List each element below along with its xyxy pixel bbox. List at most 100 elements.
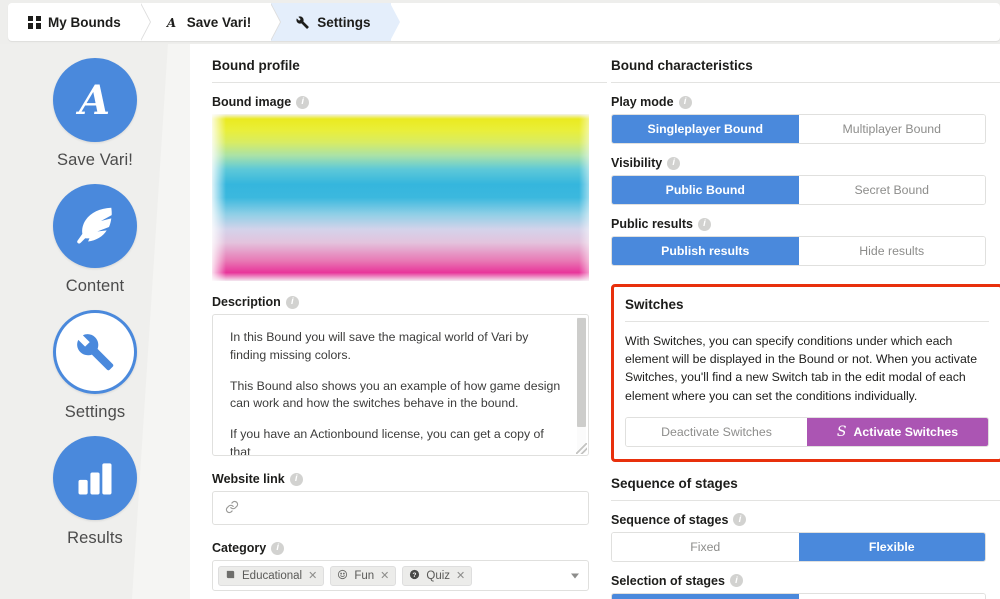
breadcrumb-arrow xyxy=(139,3,150,41)
visibility-option-secret[interactable]: Secret Bound xyxy=(798,176,985,204)
category-label-text: Category xyxy=(212,541,267,555)
wrench-icon xyxy=(295,15,310,30)
sequence-of-stages-label: Sequence of stages i xyxy=(611,513,1000,527)
question-circle-icon: ? xyxy=(409,569,420,583)
sequence-option-fixed[interactable]: Fixed xyxy=(612,532,799,561)
description-textarea[interactable]: In this Bound you will save the magical … xyxy=(212,314,589,456)
switches-toggle: Deactivate Switches S Activate Switches xyxy=(625,416,989,447)
description-paragraph: If you have an Actionbound license, you … xyxy=(230,427,544,456)
public-results-label-text: Public results xyxy=(611,217,693,231)
category-tag-quiz[interactable]: ? Quiz ✕ xyxy=(402,565,473,586)
actionbound-a-icon: A xyxy=(53,58,137,142)
info-icon[interactable]: i xyxy=(729,574,743,588)
bound-image-label-text: Bound image xyxy=(212,95,292,109)
category-tag-label: Fun xyxy=(354,569,375,582)
sidebar-item-label: Settings xyxy=(64,403,126,421)
breadcrumb-arrow xyxy=(389,3,400,41)
bound-profile-title: Bound profile xyxy=(212,58,607,83)
breadcrumb-label: Save Vari! xyxy=(186,14,252,30)
info-icon[interactable]: i xyxy=(733,513,747,527)
selection-option-right[interactable] xyxy=(798,593,985,599)
svg-text:?: ? xyxy=(413,572,417,579)
breadcrumb-item-settings[interactable]: Settings xyxy=(271,3,400,41)
breadcrumb-label: Settings xyxy=(317,14,371,30)
remove-tag-icon[interactable]: ✕ xyxy=(380,569,389,582)
play-mode-label-text: Play mode xyxy=(611,95,674,109)
category-tag-educational[interactable]: Educational ✕ xyxy=(218,565,325,586)
breadcrumb-item-save-vari[interactable]: A Save Vari! xyxy=(141,3,282,41)
sequence-of-stages-label-text: Sequence of stages xyxy=(611,512,729,527)
bound-characteristics-title: Bound characteristics xyxy=(611,58,1000,83)
play-mode-label: Play mode i xyxy=(611,95,1000,109)
remove-tag-icon[interactable]: ✕ xyxy=(308,569,317,582)
main-content: Bound profile Bound image i Description … xyxy=(190,44,1000,599)
selection-of-stages-toggle xyxy=(611,592,986,599)
selection-of-stages-label-text: Selection of stages xyxy=(611,573,725,588)
description-label: Description i xyxy=(212,295,607,309)
switch-s-icon: S xyxy=(836,423,847,440)
category-tag-label: Quiz xyxy=(426,569,451,582)
info-icon[interactable]: i xyxy=(296,95,310,109)
public-results-toggle: Publish results Hide results xyxy=(611,236,986,266)
category-tag-fun[interactable]: Fun ✕ xyxy=(330,565,397,586)
sequence-option-flexible[interactable]: Flexible xyxy=(798,532,985,561)
play-mode-option-multiplayer[interactable]: Multiplayer Bound xyxy=(798,115,985,143)
info-icon[interactable]: i xyxy=(289,472,303,486)
breadcrumb-label: My Bounds xyxy=(48,14,121,30)
sidebar-item-content[interactable]: Content xyxy=(0,184,190,296)
wrench-icon xyxy=(53,310,137,394)
website-link-label-text: Website link xyxy=(212,472,285,486)
info-icon[interactable]: i xyxy=(271,541,285,555)
book-icon xyxy=(225,569,236,583)
actionbound-a-icon: A xyxy=(165,15,180,30)
remove-tag-icon[interactable]: ✕ xyxy=(456,569,465,582)
bound-profile-column: Bound profile Bound image i Description … xyxy=(212,44,607,599)
breadcrumb-item-my-bounds[interactable]: My Bounds xyxy=(8,3,151,41)
feather-icon xyxy=(53,184,137,268)
play-mode-option-singleplayer[interactable]: Singleplayer Bound xyxy=(612,115,799,143)
website-link-input[interactable] xyxy=(212,491,589,525)
description-paragraph: This Bound also shows you an example of … xyxy=(230,378,561,411)
visibility-option-public[interactable]: Public Bound xyxy=(612,176,799,204)
visibility-label: Visibility i xyxy=(611,156,1000,170)
public-results-label: Public results i xyxy=(611,217,1000,231)
info-icon[interactable]: i xyxy=(667,156,681,170)
smiley-icon xyxy=(337,569,348,583)
activate-switches-label: Activate Switches xyxy=(853,424,959,439)
sequence-of-stages-toggle: Fixed Flexible xyxy=(611,531,986,562)
svg-text:A: A xyxy=(166,15,176,29)
selection-option-left[interactable] xyxy=(612,593,799,599)
info-icon[interactable]: i xyxy=(697,217,711,231)
description-field-wrap: In this Bound you will save the magical … xyxy=(212,314,589,456)
public-results-option-publish[interactable]: Publish results xyxy=(612,237,799,265)
sidebar-item-label: Content xyxy=(65,277,125,295)
sidebar-item-label: Save Vari! xyxy=(57,151,133,169)
public-results-option-hide[interactable]: Hide results xyxy=(798,237,985,265)
bound-characteristics-column: Bound characteristics Play mode i Single… xyxy=(611,44,1000,599)
description-label-text: Description xyxy=(212,295,281,309)
visibility-label-text: Visibility xyxy=(611,156,663,170)
selection-of-stages-label: Selection of stages i xyxy=(611,574,1000,588)
activate-switches-button[interactable]: S Activate Switches xyxy=(807,417,988,446)
sidebar-item-settings[interactable]: Settings xyxy=(0,310,190,422)
visibility-toggle: Public Bound Secret Bound xyxy=(611,175,986,205)
sidebar-item-results[interactable]: Results xyxy=(0,436,190,548)
svg-text:A: A xyxy=(75,77,110,124)
chevron-down-icon[interactable] xyxy=(571,573,579,578)
bar-chart-icon xyxy=(53,436,137,520)
info-icon[interactable]: i xyxy=(678,95,692,109)
grid-icon xyxy=(28,15,41,29)
switches-description: With Switches, you can specify condition… xyxy=(625,334,978,403)
deactivate-switches-button[interactable]: Deactivate Switches xyxy=(626,417,807,446)
category-tag-label: Educational xyxy=(242,569,303,582)
play-mode-toggle: Singleplayer Bound Multiplayer Bound xyxy=(611,114,986,144)
description-scrollbar-thumb[interactable] xyxy=(577,318,586,427)
category-tag-select[interactable]: Educational ✕ Fun ✕ ? Quiz ✕ xyxy=(212,560,589,591)
bound-image-preview[interactable] xyxy=(212,114,589,281)
sidebar-item-label: Results xyxy=(67,529,123,547)
bound-image-label: Bound image i xyxy=(212,95,607,109)
sidebar-item-save-vari[interactable]: A Save Vari! xyxy=(0,58,190,170)
info-icon[interactable]: i xyxy=(285,295,299,309)
textarea-resize-handle[interactable] xyxy=(576,443,587,454)
breadcrumb: My Bounds A Save Vari! Settings xyxy=(8,3,1000,41)
